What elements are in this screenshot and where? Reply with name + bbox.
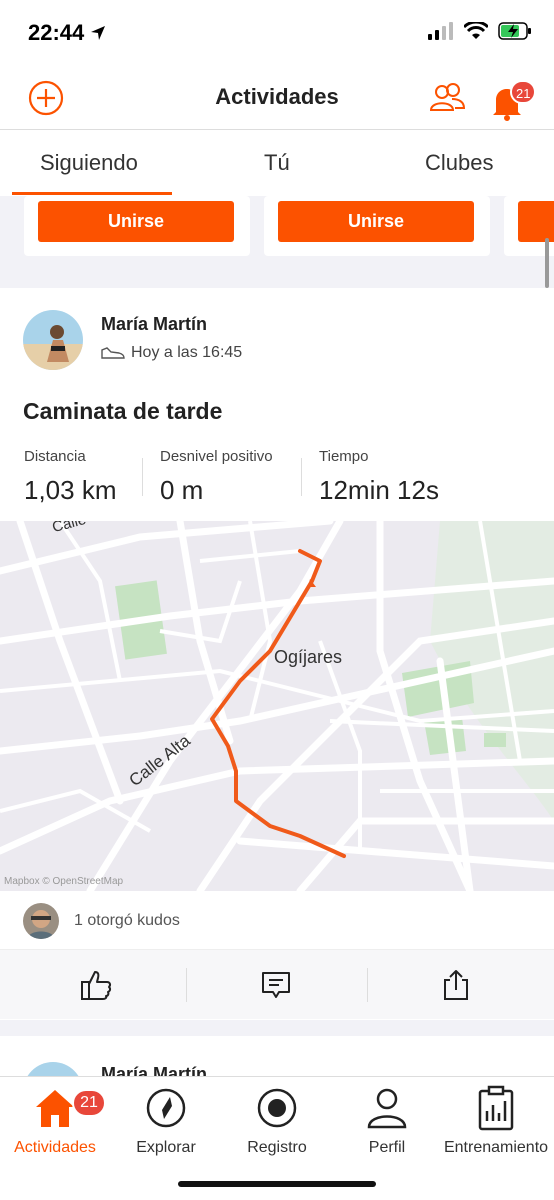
nav-registro[interactable]: Registro [222, 1085, 332, 1157]
stat-value: 1,03 km [24, 475, 117, 505]
kudos-count[interactable]: 1 otorgó kudos [74, 912, 180, 930]
stat-label: Desnivel positivo [160, 448, 273, 465]
nav-label: Entrenamiento [443, 1139, 549, 1156]
map-streets [0, 521, 554, 891]
share-button[interactable] [439, 968, 473, 1002]
bottom-navigation: 21 Actividades Explorar Registro Perfil … [0, 1076, 554, 1200]
stat-distance: Distancia 1,03 km [24, 448, 117, 506]
kudos-button[interactable] [79, 968, 113, 1002]
athlete-photo [23, 310, 83, 370]
home-indicator [178, 1181, 376, 1187]
notification-badge: 21 [510, 80, 537, 104]
stat-time: Tiempo 12min 12s [319, 448, 439, 506]
scrollbar[interactable] [545, 238, 549, 288]
join-club-button[interactable] [518, 201, 554, 242]
tab-tu[interactable]: Tú [264, 150, 290, 176]
active-tab-indicator [12, 192, 172, 195]
stat-elevation: Desnivel positivo 0 m [160, 448, 273, 506]
record-icon [257, 1088, 297, 1128]
stat-label: Distancia [24, 448, 86, 465]
kudos-row[interactable]: 1 otorgó kudos [0, 891, 554, 949]
stat-divider [301, 458, 302, 496]
stat-value: 0 m [160, 475, 204, 505]
people-icon [429, 83, 466, 111]
activity-time-text: Hoy a las 16:45 [131, 344, 243, 361]
wifi-icon [464, 22, 488, 39]
nav-label: Perfil [368, 1139, 406, 1156]
nav-label: Explorar [136, 1139, 196, 1156]
battery-charging-icon [498, 22, 531, 40]
status-bar: 22:44 [0, 0, 554, 66]
kudos-avatar[interactable] [23, 903, 59, 939]
shoe-icon [101, 347, 125, 359]
status-time: 22:44 [28, 20, 106, 46]
feed-tabs: Siguiendo Tú Clubes [0, 130, 554, 196]
stat-divider [142, 458, 143, 496]
action-divider [186, 968, 187, 1002]
stat-label: Tiempo [319, 448, 369, 465]
avatar[interactable] [23, 310, 83, 370]
activity-actions [0, 949, 554, 1019]
action-divider [367, 968, 368, 1002]
nav-explorar[interactable]: Explorar [111, 1085, 221, 1157]
cellular-signal-icon [428, 22, 453, 40]
map-attribution[interactable]: Mapbox © OpenStreetMap [4, 876, 123, 887]
training-clipboard-icon [478, 1085, 514, 1131]
athlete-name[interactable]: María Martín [101, 314, 207, 335]
tab-clubes[interactable]: Clubes [425, 150, 493, 176]
nav-entrenamiento[interactable]: Entrenamiento [441, 1085, 551, 1157]
status-icons [428, 22, 532, 40]
find-friends-button[interactable] [428, 80, 466, 116]
join-club-button[interactable]: Unirse [278, 201, 474, 242]
club-card: Unirse [24, 196, 250, 256]
club-card: Unirse [264, 196, 490, 256]
nav-label: Registro [247, 1139, 307, 1156]
map-place-label: Ogíjares [274, 647, 343, 667]
app-header: Actividades 21 [0, 66, 554, 130]
location-arrow-icon [91, 26, 106, 40]
home-icon [36, 1090, 74, 1127]
comment-icon [262, 972, 290, 998]
tab-siguiendo[interactable]: Siguiendo [40, 150, 138, 176]
thumbs-up-icon [81, 971, 112, 1000]
activity-card[interactable]: María Martín Hoy a las 16:45 Caminata de… [0, 288, 554, 1020]
nav-badge: 21 [72, 1089, 106, 1117]
activity-timestamp: Hoy a las 16:45 [101, 344, 242, 362]
page-title: Actividades [215, 84, 339, 109]
stat-value: 12min 12s [319, 475, 439, 505]
nav-label: Actividades [14, 1139, 96, 1156]
notifications-button[interactable]: 21 [490, 80, 537, 121]
comment-button[interactable] [259, 968, 293, 1002]
share-icon [444, 970, 468, 1000]
activity-map[interactable]: Ogíjares Calle Alta Calle Mapbox © OpenS… [0, 521, 554, 891]
club-suggestions: Unirse Unirse [0, 196, 554, 284]
join-club-button[interactable]: Unirse [38, 201, 234, 242]
compass-icon [146, 1088, 186, 1128]
clock: 22:44 [28, 20, 85, 45]
nav-actividades[interactable]: 21 Actividades [0, 1085, 110, 1157]
profile-icon [367, 1088, 407, 1129]
activity-title[interactable]: Caminata de tarde [23, 398, 222, 425]
kudos-user-photo [23, 903, 59, 939]
nav-perfil[interactable]: Perfil [332, 1085, 442, 1157]
